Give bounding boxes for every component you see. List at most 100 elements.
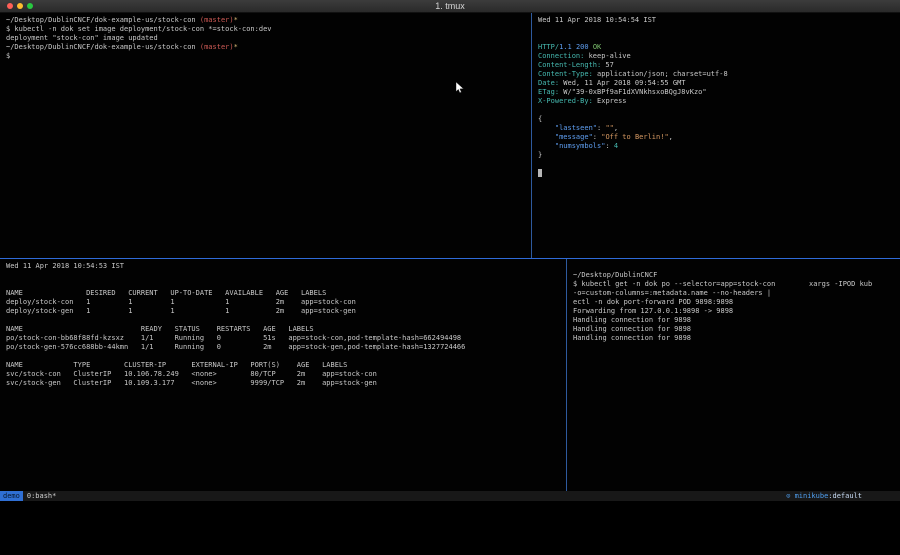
terminal-line: $ [6, 52, 531, 61]
terminal-text: Handling connection for 9898 [573, 316, 691, 324]
terminal-line: Wed 11 Apr 2018 10:54:54 IST [538, 16, 900, 25]
terminal-line [538, 160, 900, 169]
terminal-line [538, 34, 900, 43]
terminal-cursor [538, 169, 542, 177]
terminal-text: $ kubectl -n dok set image deployment/st… [6, 25, 272, 33]
terminal-line: Wed 11 Apr 2018 10:54:53 IST [6, 262, 566, 271]
terminal-line: svc/stock-gen ClusterIP 10.109.3.177 <no… [6, 379, 566, 388]
screen: 1. tmux ~/Desktop/DublinCNCF/dok-example… [0, 0, 900, 555]
terminal-text: NAME DESIRED CURRENT UP-TO-DATE AVAILABL… [6, 289, 326, 297]
terminal-text: keep-alive [584, 52, 630, 60]
terminal-line: Content-Length: 57 [538, 61, 900, 70]
terminal-text: NAME READY STATUS RESTARTS AGE LABELS [6, 325, 314, 333]
terminal-text: "" [605, 124, 613, 132]
terminal-line: po/stock-con-bb68f88fd-kzsxz 1/1 Running… [6, 334, 566, 343]
terminal-text: po/stock-gen-576cc688bb-44kmn 1/1 Runnin… [6, 343, 465, 351]
terminal-line: NAME TYPE CLUSTER-IP EXTERNAL-IP PORT(S)… [6, 361, 566, 370]
tmux-status-bar: demo 0:bash* ⊙ minikube:default [0, 491, 900, 501]
pane-top-right-http-watch[interactable]: Wed 11 Apr 2018 10:54:54 IST HTTP/1.1 200… [532, 13, 900, 258]
minikube-icon: ⊙ [786, 492, 794, 500]
terminal-text: 1.1 [559, 43, 572, 51]
terminal-text: ~/Desktop/DublinCNCF [573, 271, 657, 279]
terminal-window: 1. tmux ~/Desktop/DublinCNCF/dok-example… [0, 0, 900, 501]
zoom-window-button[interactable] [27, 3, 33, 9]
terminal-line: NAME READY STATUS RESTARTS AGE LABELS [6, 325, 566, 334]
bottom-pane-row: Wed 11 Apr 2018 10:54:53 IST NAME DESIRED… [0, 259, 900, 491]
terminal-line [6, 271, 566, 280]
terminal-line: ~/Desktop/DublinCNCF [573, 271, 900, 280]
terminal-text: Handling connection for 9898 [573, 325, 691, 333]
terminal-text: deploy/stock-con 1 1 1 1 2m app=stock-co… [6, 298, 356, 306]
terminal-line [573, 262, 900, 271]
terminal-text: 200 [576, 43, 589, 51]
terminal-text: svc/stock-con ClusterIP 10.106.78.249 <n… [6, 370, 377, 378]
terminal-text: "lastseen" [555, 124, 597, 132]
titlebar[interactable]: 1. tmux [0, 0, 900, 13]
terminal-line [6, 316, 566, 325]
pane-bottom-right-port-forward[interactable]: ~/Desktop/DublinCNCF$ kubectl get -n dok… [567, 259, 900, 491]
terminal-text: * [234, 16, 238, 24]
terminal-text: ectl -n dok port-forward POD 9898:9898 [573, 298, 733, 306]
terminal-text: W/"39-0xBPf9aF1dXVNkhsxoBQgJ8vKzo" [559, 88, 707, 96]
terminal-line: svc/stock-con ClusterIP 10.106.78.249 <n… [6, 370, 566, 379]
terminal-line: "message": "Off to Berlin!", [538, 133, 900, 142]
terminal-text [538, 124, 555, 132]
terminal-text: Content-Length: [538, 61, 601, 69]
terminal-line [538, 106, 900, 115]
terminal-line [6, 280, 566, 289]
terminal-line: ~/Desktop/DublinCNCF/dok-example-us/stoc… [6, 43, 531, 52]
terminal-text: { [538, 115, 542, 123]
terminal-text: 57 [601, 61, 614, 69]
terminal-line: $ kubectl -n dok set image deployment/st… [6, 25, 531, 34]
terminal-text: 4 [614, 142, 618, 150]
kube-context-indicator: ⊙ minikube:default [786, 491, 900, 501]
terminal-text: Wed 11 Apr 2018 10:54:54 IST [538, 16, 656, 24]
terminal-text: * [234, 43, 238, 51]
terminal-text: deploy/stock-gen 1 1 1 1 2m app=stock-ge… [6, 307, 356, 315]
close-window-button[interactable] [7, 3, 13, 9]
tmux-session-name[interactable]: demo [0, 491, 23, 501]
top-pane-row: ~/Desktop/DublinCNCF/dok-example-us/stoc… [0, 13, 900, 258]
terminal-line: po/stock-gen-576cc688bb-44kmn 1/1 Runnin… [6, 343, 566, 352]
terminal-line: deploy/stock-gen 1 1 1 1 2m app=stock-ge… [6, 307, 566, 316]
terminal-text: (master) [200, 43, 234, 51]
terminal-line: -o=custom-columns=:metadata.name --no-he… [573, 289, 900, 298]
terminal-line: { [538, 115, 900, 124]
terminal-line: ectl -n dok port-forward POD 9898:9898 [573, 298, 900, 307]
terminal-text: "numsymbols" [555, 142, 606, 150]
terminal-text: Wed, 11 Apr 2018 09:54:55 GMT [559, 79, 685, 87]
terminal-line: Forwarding from 127.0.0.1:9898 -> 9898 [573, 307, 900, 316]
terminal-text: HTTP/ [538, 43, 559, 51]
kube-context-name: minikube [795, 492, 829, 500]
terminal-text: Forwarding from 127.0.0.1:9898 -> 9898 [573, 307, 733, 315]
mouse-cursor [456, 79, 465, 91]
terminal-line [6, 352, 566, 361]
terminal-text [538, 133, 555, 141]
terminal-text: NAME TYPE CLUSTER-IP EXTERNAL-IP PORT(S)… [6, 361, 347, 369]
terminal-line: Connection: keep-alive [538, 52, 900, 61]
terminal-line: ~/Desktop/DublinCNCF/dok-example-us/stoc… [6, 16, 531, 25]
pane-bottom-left-kubectl-watch[interactable]: Wed 11 Apr 2018 10:54:53 IST NAME DESIRED… [0, 259, 566, 491]
terminal-text: : [593, 133, 601, 141]
terminal-text: "Off to Berlin!" [601, 133, 668, 141]
terminal-line: } [538, 151, 900, 160]
terminal-text: svc/stock-gen ClusterIP 10.109.3.177 <no… [6, 379, 377, 387]
tmux-content: ~/Desktop/DublinCNCF/dok-example-us/stoc… [0, 13, 900, 501]
terminal-line [538, 25, 900, 34]
terminal-line: deployment "stock-con" image updated [6, 34, 531, 43]
terminal-text: deployment "stock-con" image updated [6, 34, 158, 42]
terminal-line: Handling connection for 9898 [573, 316, 900, 325]
terminal-text: ETag: [538, 88, 559, 96]
kube-namespace: :default [828, 492, 862, 500]
minimize-window-button[interactable] [17, 3, 23, 9]
terminal-text: X-Powered-By: [538, 97, 593, 105]
terminal-line: Handling connection for 9898 [573, 325, 900, 334]
terminal-line: Date: Wed, 11 Apr 2018 09:54:55 GMT [538, 79, 900, 88]
tmux-window-tab[interactable]: 0:bash* [27, 491, 57, 501]
terminal-text: OK [593, 43, 601, 51]
terminal-text: Express [593, 97, 627, 105]
terminal-text: : [605, 142, 613, 150]
terminal-line: deploy/stock-con 1 1 1 1 2m app=stock-co… [6, 298, 566, 307]
pane-top-left-shell[interactable]: ~/Desktop/DublinCNCF/dok-example-us/stoc… [0, 13, 531, 258]
terminal-text: Date: [538, 79, 559, 87]
